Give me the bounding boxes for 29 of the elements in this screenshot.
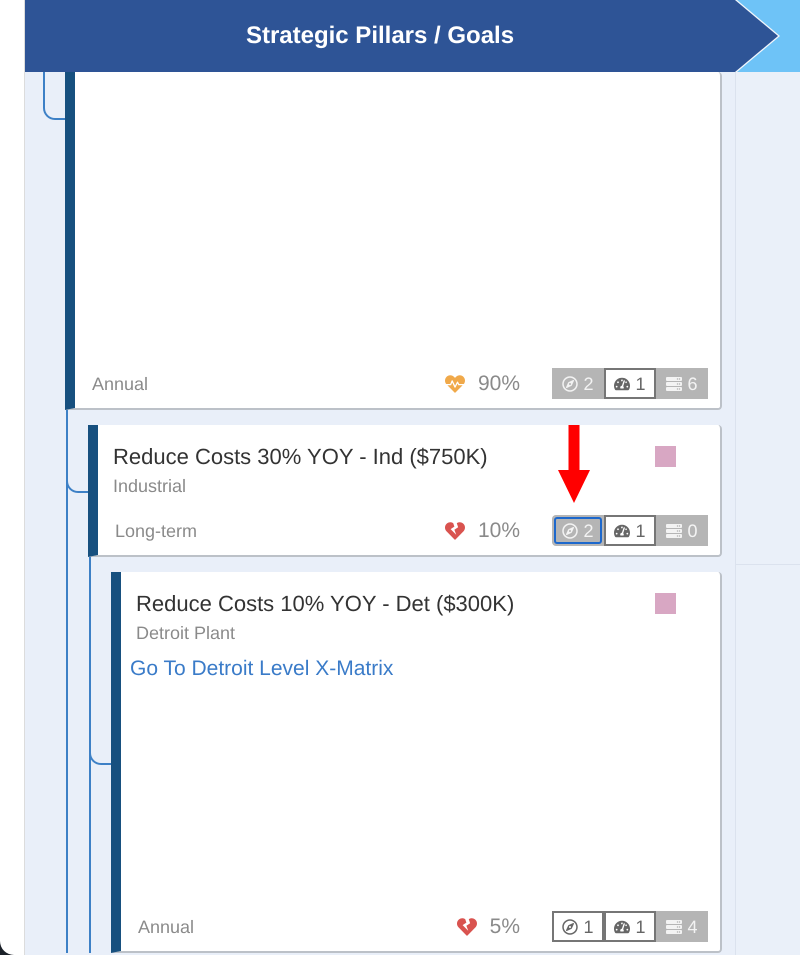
goal-period: Long-term bbox=[115, 520, 198, 540]
down-arrow-icon bbox=[558, 425, 590, 503]
goal-period: Annual bbox=[138, 916, 194, 936]
gauge-icon bbox=[614, 918, 630, 934]
gauge-icon bbox=[614, 522, 630, 538]
matrix-link[interactable]: Go To Detroit Level X-Matrix bbox=[130, 657, 394, 681]
stacked-bars-icon bbox=[666, 522, 682, 538]
heartbeat-icon bbox=[444, 374, 466, 394]
stacked-bars-icon bbox=[666, 376, 682, 392]
health-reading: 90% bbox=[478, 372, 520, 396]
goal-period: Annual bbox=[92, 374, 148, 394]
indicator-button[interactable]: 1 bbox=[604, 911, 656, 942]
compass-icon bbox=[562, 522, 578, 538]
compass-icon bbox=[562, 376, 578, 392]
indicator-button[interactable]: 1 bbox=[552, 911, 604, 942]
compass-icon bbox=[562, 918, 578, 934]
goal-subtitle: Detroit Plant bbox=[136, 623, 236, 643]
stacked-bars-icon bbox=[666, 918, 682, 934]
goal-subtitle: Industrial bbox=[113, 476, 186, 496]
broken-heart-icon bbox=[456, 916, 478, 936]
goal-title: Reduce Costs 30% YOY - Ind ($750K) bbox=[113, 445, 489, 469]
indicator-button[interactable]: 1 bbox=[604, 515, 656, 546]
health-reading: 5% bbox=[490, 914, 520, 938]
health-reading: 10% bbox=[478, 518, 520, 542]
gauge-icon bbox=[614, 376, 630, 392]
header-title: Strategic Pillars / Goals bbox=[246, 22, 514, 50]
broken-heart-icon bbox=[444, 520, 466, 540]
goal-title: Reduce Costs 10% YOY - Det ($300K) bbox=[136, 592, 516, 616]
indicator-button[interactable]: 1 bbox=[604, 368, 656, 399]
